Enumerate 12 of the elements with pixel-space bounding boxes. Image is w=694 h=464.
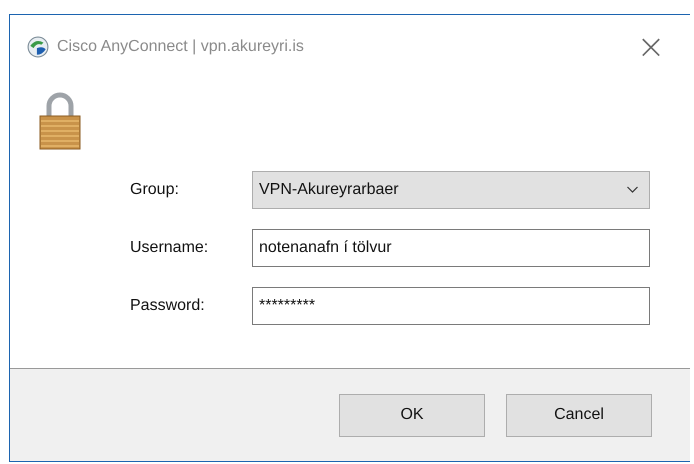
window-title: Cisco AnyConnect | vpn.akureyri.is [57,38,305,56]
close-button[interactable]: × [628,27,674,67]
field-label: Group: [130,181,180,199]
chevron-down-icon [626,186,639,194]
padlock-icon [39,92,81,150]
group-dropdown[interactable]: VPN-Akureyrarbaer [252,171,650,209]
field-label: Password: [130,297,206,315]
field-label: Username: [130,239,210,257]
dialog-button[interactable]: OK [339,394,485,436]
input-field[interactable]: ********* [252,287,650,325]
dialog-button[interactable]: Cancel [506,394,652,436]
input-field[interactable]: notenanafn í tölvur [252,229,650,267]
